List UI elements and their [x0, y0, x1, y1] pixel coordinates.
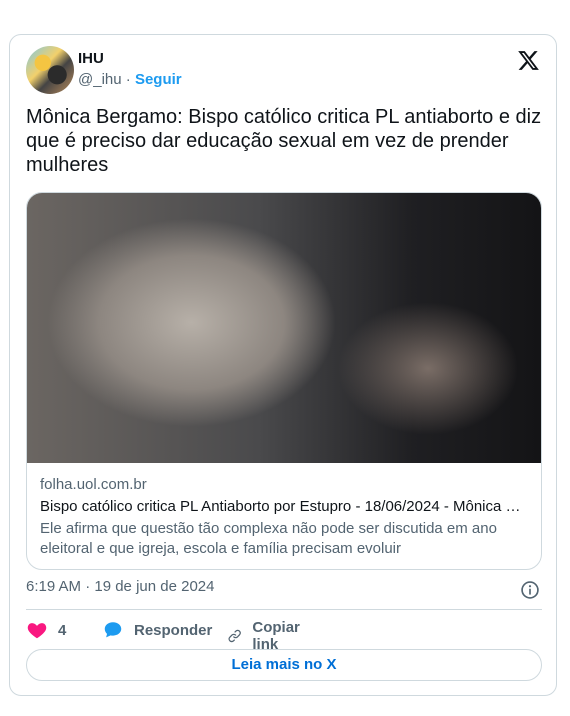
reply-button[interactable]: Responder [102, 619, 212, 641]
divider [26, 609, 542, 610]
author-handle-line: @_ihu · Seguir [78, 71, 182, 88]
x-logo-icon[interactable] [517, 49, 540, 72]
copy-link-button[interactable]: Copiar link [227, 619, 307, 653]
copy-link-label: Copiar link [252, 619, 300, 653]
author-name[interactable]: IHU [78, 50, 104, 67]
link-preview-card[interactable]: folha.uol.com.br Bispo católico critica … [26, 192, 542, 570]
tweet-embed-card: IHU @_ihu · Seguir Mônica Bergamo: Bispo… [9, 34, 557, 696]
tweet-text: Mônica Bergamo: Bispo católico critica P… [26, 106, 542, 176]
author-handle[interactable]: @_ihu [78, 71, 122, 88]
link-domain: folha.uol.com.br [40, 476, 147, 493]
avatar[interactable] [26, 46, 74, 94]
heart-icon [27, 623, 47, 639]
like-count: 4 [58, 621, 67, 639]
link-preview-image [27, 193, 541, 463]
reply-label: Responder [134, 621, 213, 639]
follow-button[interactable]: Seguir [135, 71, 182, 88]
link-description: Ele afirma que questão tão complexa não … [40, 520, 497, 557]
separator-dot: · [125, 71, 131, 88]
like-button[interactable]: 4 [26, 619, 66, 641]
read-more-button[interactable]: Leia mais no X [26, 649, 542, 681]
link-icon [228, 629, 241, 643]
tweet-timestamp[interactable]: 6:19 AM · 19 de jun de 2024 [26, 578, 214, 595]
link-title: Bispo católico critica PL Antiaborto por… [40, 498, 530, 515]
info-icon[interactable] [520, 580, 540, 600]
link-preview-meta: folha.uol.com.br Bispo católico critica … [40, 475, 530, 559]
reply-bubble-icon [104, 622, 122, 638]
